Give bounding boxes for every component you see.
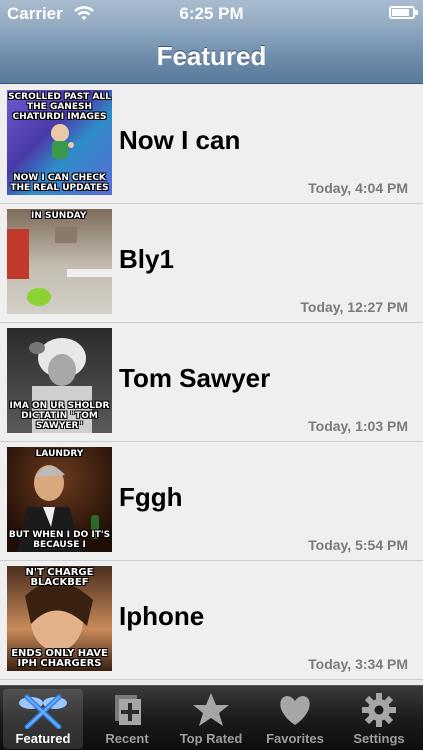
room-scene-icon (7, 227, 112, 306)
thumbnail-caption-bottom: ENDS ONLY HAVE IPH CHARGERS (11, 648, 108, 669)
meme-thumbnail: LAUNDRY BUT WHEN I DO IT'S BECAUSE I (7, 447, 112, 552)
meme-thumbnail: N'T CHARGE BLACKBEF ENDS ONLY HAVE IPH C… (7, 566, 112, 671)
item-date: Today, 4:04 PM (308, 180, 408, 196)
featured-icon (19, 694, 67, 729)
status-time: 6:25 PM (179, 4, 244, 23)
thumbnail-caption-bottom: IMA ON UR SHOLDR DICTATIN "TOM SAWYER" (9, 401, 110, 431)
tab-label: Favorites (266, 731, 324, 746)
thumbnail-caption-top: SCROLLED PAST ALL THE GANESH CHATURDI IM… (8, 92, 111, 122)
meme-thumbnail: SCROLLED PAST ALL THE GANESH CHATURDI IM… (7, 90, 112, 195)
item-title: Now I can (119, 125, 241, 155)
meme-thumbnail: IMA ON UR SHOLDR DICTATIN "TOM SAWYER" (7, 328, 112, 433)
page-title: Featured (156, 41, 267, 71)
tab-favorites[interactable]: Favorites (255, 689, 335, 749)
item-title: Fggh (119, 482, 183, 512)
list-item[interactable]: IN SUNDAY Bly1 Today, 12:27 PM (0, 204, 423, 323)
tab-settings[interactable]: Settings (339, 689, 419, 749)
navigation-bar: Featured (0, 28, 423, 84)
tab-label: Settings (353, 731, 405, 746)
list-item[interactable]: LAUNDRY BUT WHEN I DO IT'S BECAUSE I Fgg… (0, 442, 423, 561)
gear-icon (362, 693, 396, 727)
item-date: Today, 3:34 PM (308, 656, 408, 672)
status-bar: Carrier 6:25 PM (0, 0, 423, 28)
tab-label: Featured (15, 731, 71, 746)
tab-bar: Featured Recent Top Rated Favorites Sett… (0, 685, 423, 750)
list-item[interactable]: IMA ON UR SHOLDR DICTATIN "TOM SAWYER" T… (0, 323, 423, 442)
item-title: Bly1 (119, 244, 174, 274)
thumbnail-caption-bottom: NOW I CAN CHECK THE REAL UPDATES (10, 173, 109, 193)
item-date: Today, 5:54 PM (308, 537, 408, 553)
star-icon (193, 693, 229, 726)
item-date: Today, 12:27 PM (300, 299, 408, 315)
tab-label: Recent (105, 731, 149, 746)
tab-top-rated[interactable]: Top Rated (171, 689, 251, 749)
battery-icon (389, 6, 418, 19)
item-title: Tom Sawyer (119, 363, 271, 393)
tab-recent[interactable]: Recent (87, 689, 167, 749)
featured-list[interactable]: SCROLLED PAST ALL THE GANESH CHATURDI IM… (0, 85, 423, 685)
tab-label: Top Rated (179, 731, 243, 746)
baby-figure-icon (51, 124, 74, 159)
item-title: Iphone (119, 601, 205, 631)
thumbnail-caption-top: N'T CHARGE BLACKBEF (25, 567, 94, 588)
meme-thumbnail: IN SUNDAY (7, 209, 112, 314)
heart-icon (280, 696, 310, 725)
list-item[interactable]: N'T CHARGE BLACKBEF ENDS ONLY HAVE IPH C… (0, 561, 423, 680)
item-date: Today, 1:03 PM (308, 418, 408, 434)
thumbnail-caption-bottom: BUT WHEN I DO IT'S BECAUSE I (8, 530, 111, 550)
recent-icon (115, 695, 141, 725)
list-item[interactable]: SCROLLED PAST ALL THE GANESH CHATURDI IM… (0, 85, 423, 204)
tab-featured[interactable]: Featured (3, 689, 83, 749)
